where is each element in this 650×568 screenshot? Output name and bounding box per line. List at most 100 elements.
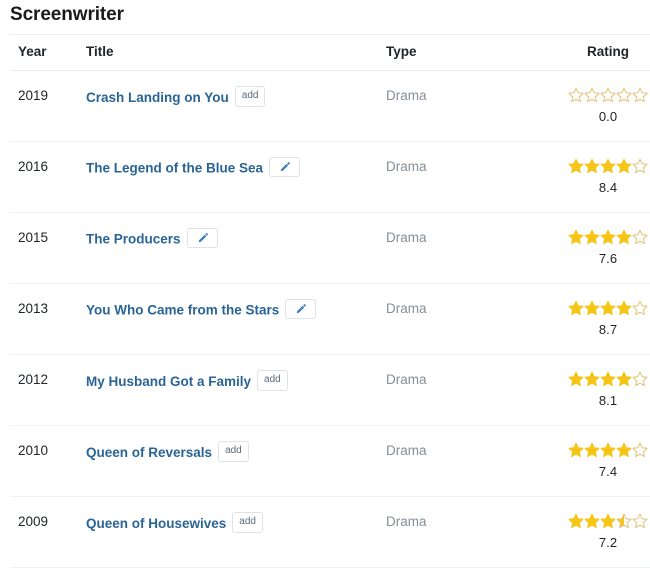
- credits-table: Year Title Type Rating 2019 Crash Landing…: [10, 34, 650, 568]
- star-rating[interactable]: [556, 87, 650, 103]
- table-row: 2015 The Producers Drama 7.6: [10, 212, 650, 284]
- cell-rating: 7.6: [556, 212, 650, 284]
- rating-value: 8.7: [598, 322, 618, 337]
- pencil-icon: [297, 304, 307, 314]
- title-link[interactable]: Queen of Housewives: [86, 516, 226, 531]
- rating-value: 7.6: [598, 251, 618, 266]
- column-header-year: Year: [10, 34, 86, 71]
- edit-credit-button[interactable]: [285, 299, 317, 319]
- cell-rating: 8.1: [556, 354, 650, 426]
- cell-year: 2009: [10, 496, 86, 568]
- cell-year: 2010: [10, 425, 86, 497]
- cell-type: Drama: [386, 496, 556, 568]
- cell-year: 2016: [10, 141, 86, 213]
- title-link[interactable]: Crash Landing on You: [86, 90, 229, 105]
- table-row: 2009 Queen of Housewives add Drama 7.2: [10, 496, 650, 568]
- table-row: 2016 The Legend of the Blue Sea Drama 8.4: [10, 141, 650, 213]
- title-link[interactable]: You Who Came from the Stars: [86, 303, 279, 318]
- star-full-icon: [584, 513, 600, 529]
- cell-year: 2012: [10, 354, 86, 426]
- cell-rating: 7.4: [556, 425, 650, 497]
- cell-title: Queen of Housewives add: [86, 496, 386, 568]
- table-header: Year Title Type Rating: [10, 34, 650, 71]
- cell-title: The Legend of the Blue Sea: [86, 141, 386, 213]
- star-rating[interactable]: [556, 229, 650, 245]
- star-full-icon: [616, 300, 632, 316]
- add-credit-button[interactable]: add: [218, 441, 249, 462]
- star-full-icon: [568, 158, 584, 174]
- star-empty-icon: [632, 513, 648, 529]
- add-credit-button[interactable]: add: [232, 512, 263, 533]
- column-header-title: Title: [86, 34, 386, 71]
- star-full-icon: [584, 158, 600, 174]
- star-full-icon: [600, 229, 616, 245]
- star-full-icon: [616, 158, 632, 174]
- star-empty-icon: [632, 371, 648, 387]
- star-empty-icon: [584, 87, 600, 103]
- star-full-icon: [584, 442, 600, 458]
- cell-title: Queen of Reversals add: [86, 425, 386, 497]
- star-rating[interactable]: [556, 158, 650, 174]
- cell-title: My Husband Got a Family add: [86, 354, 386, 426]
- edit-credit-button[interactable]: [269, 157, 301, 177]
- star-full-icon: [616, 371, 632, 387]
- title-link[interactable]: My Husband Got a Family: [86, 374, 251, 389]
- cell-title: The Producers: [86, 212, 386, 284]
- page-title: Screenwriter: [10, 4, 124, 25]
- star-empty-icon: [632, 442, 648, 458]
- add-credit-button[interactable]: add: [257, 370, 288, 391]
- star-empty-icon: [632, 87, 648, 103]
- add-credit-button[interactable]: add: [234, 86, 266, 107]
- star-empty-icon: [616, 87, 632, 103]
- star-empty-icon: [568, 87, 584, 103]
- star-full-icon: [568, 442, 584, 458]
- cell-rating: 7.2: [556, 496, 650, 568]
- cell-type: Drama: [386, 283, 556, 355]
- star-full-icon: [616, 442, 632, 458]
- star-full-icon: [584, 229, 600, 245]
- star-empty-icon: [632, 229, 648, 245]
- rating-value: 8.4: [598, 180, 618, 195]
- rating-value: 7.4: [598, 464, 618, 479]
- star-full-icon: [568, 513, 584, 529]
- cell-type: Drama: [386, 70, 556, 142]
- screenwriter-credits-page: Screenwriter Year Title Type Rating 2019…: [0, 0, 650, 568]
- title-link[interactable]: The Legend of the Blue Sea: [86, 161, 263, 176]
- cell-title: Crash Landing on You add: [86, 70, 386, 142]
- star-full-icon: [568, 371, 584, 387]
- star-full-icon: [584, 371, 600, 387]
- star-empty-icon: [632, 158, 648, 174]
- star-full-icon: [600, 442, 616, 458]
- star-rating[interactable]: [556, 300, 650, 316]
- cell-type: Drama: [386, 141, 556, 213]
- star-full-icon: [584, 300, 600, 316]
- column-header-type: Type: [386, 34, 556, 71]
- cell-type: Drama: [386, 425, 556, 497]
- star-rating[interactable]: [556, 513, 650, 529]
- star-empty-icon: [632, 300, 648, 316]
- table-row: 2010 Queen of Reversals add Drama 7.4: [10, 425, 650, 497]
- table-row: 2019 Crash Landing on You add Drama 0.0: [10, 70, 650, 142]
- pencil-icon: [198, 233, 208, 243]
- cell-type: Drama: [386, 354, 556, 426]
- table-body: 2019 Crash Landing on You add Drama 0.0 2016 T…: [10, 70, 650, 568]
- cell-rating: 8.4: [556, 141, 650, 213]
- table-row: 2012 My Husband Got a Family add Drama 8.1: [10, 354, 650, 426]
- rating-value: 8.1: [598, 393, 618, 408]
- star-half-icon: [616, 513, 632, 529]
- star-empty-icon: [600, 87, 616, 103]
- title-link[interactable]: Queen of Reversals: [86, 445, 212, 460]
- star-rating[interactable]: [556, 442, 650, 458]
- cell-title: You Who Came from the Stars: [86, 283, 386, 355]
- star-rating[interactable]: [556, 371, 650, 387]
- edit-credit-button[interactable]: [186, 228, 218, 248]
- column-header-rating: Rating: [556, 34, 650, 71]
- rating-value: 0.0: [598, 109, 618, 124]
- cell-year: 2015: [10, 212, 86, 284]
- cell-year: 2013: [10, 283, 86, 355]
- rating-value: 7.2: [598, 535, 618, 550]
- cell-rating: 0.0: [556, 70, 650, 142]
- cell-type: Drama: [386, 212, 556, 284]
- star-full-icon: [600, 300, 616, 316]
- title-link[interactable]: The Producers: [86, 232, 181, 247]
